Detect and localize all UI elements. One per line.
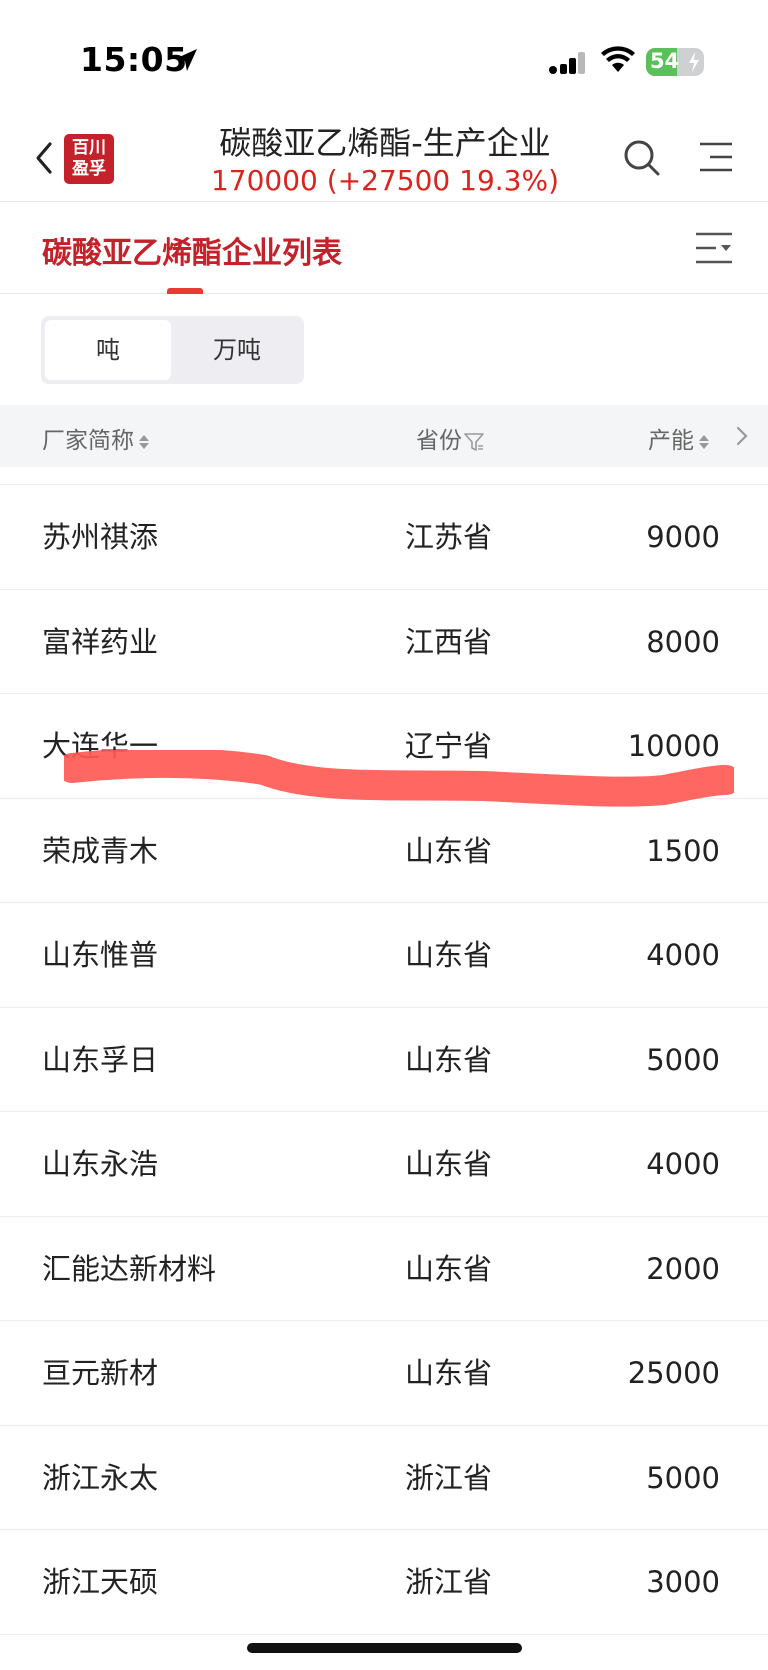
company-name: 荣成青木 (42, 833, 159, 868)
company-name: 大连华一 (42, 729, 159, 763)
company-table: 苏州祺添 江苏省 9000 富祥药业 江西省 8000 大连华一 辽宁省 10000 荣成青… (0, 484, 768, 1635)
back-chevron-icon[interactable] (30, 138, 60, 178)
company-province: 江苏省 (405, 520, 493, 554)
company-province: 山东省 (405, 1042, 493, 1077)
sort-icon (699, 434, 709, 449)
column-header-capacity[interactable]: 产能 (648, 421, 710, 455)
nav-header: 百川 盈孚 碳酸亚乙烯酯-生产企业 170000 (+27500 19.3%) (0, 110, 768, 202)
company-capacity: 5000 (646, 1042, 720, 1077)
table-row[interactable]: 浙江天硕 浙江省 3000 (0, 1530, 768, 1635)
logo-line-2: 盈孚 (72, 159, 106, 179)
location-arrow-icon (175, 49, 197, 71)
company-province: 浙江省 (405, 1565, 493, 1599)
company-capacity: 2000 (646, 1251, 720, 1286)
wifi-icon (601, 46, 635, 72)
company-name: 山东永浩 (42, 1147, 159, 1181)
status-bar: 15:05 54 (0, 0, 768, 110)
company-name: 浙江天硕 (42, 1565, 159, 1599)
company-capacity: 5000 (646, 1460, 720, 1495)
column-header-province[interactable]: 省份 (416, 421, 484, 455)
unit-option-ten-thousand-ton[interactable]: 万吨 (174, 320, 300, 380)
company-name: 浙江永太 (42, 1460, 159, 1495)
table-row[interactable]: 汇能达新材料 山东省 2000 (0, 1217, 768, 1321)
logo-line-1: 百川 (72, 138, 106, 158)
home-indicator (247, 1643, 522, 1653)
company-capacity: 8000 (646, 624, 720, 659)
company-province: 山东省 (405, 1251, 493, 1286)
cellular-signal-icon (549, 52, 585, 74)
table-row[interactable]: 富祥药业 江西省 8000 (0, 590, 768, 694)
column-header-name-label: 厂家简称 (42, 428, 134, 454)
app-screen: 15:05 54 百川 盈孚 碳酸亚乙烯酯-生产企业 170000 (+2750… (0, 0, 768, 1670)
table-row[interactable]: 苏州祺添 江苏省 9000 (0, 485, 768, 590)
sort-icon (139, 434, 149, 449)
company-name: 汇能达新材料 (42, 1251, 217, 1286)
column-header-name[interactable]: 厂家简称 (42, 421, 150, 455)
company-province: 山东省 (405, 1147, 493, 1181)
company-capacity: 4000 (646, 1147, 720, 1181)
company-capacity: 4000 (646, 938, 720, 972)
table-row[interactable]: 山东惟普 山东省 4000 (0, 903, 768, 1008)
active-tab-indicator (167, 288, 203, 294)
table-row[interactable]: 山东孚日 山东省 5000 (0, 1008, 768, 1112)
company-capacity: 10000 (627, 729, 720, 763)
unit-segmented-control: 吨 万吨 (41, 316, 304, 384)
company-province: 浙江省 (405, 1460, 493, 1495)
table-row[interactable]: 山东永浩 山东省 4000 (0, 1112, 768, 1217)
table-row[interactable]: 浙江永太 浙江省 5000 (0, 1426, 768, 1530)
company-capacity: 1500 (646, 833, 720, 868)
table-row[interactable]: 大连华一 辽宁省 10000 (0, 694, 768, 799)
table-header: 厂家简称 省份 产能 (0, 405, 768, 467)
list-filter-icon[interactable] (694, 228, 734, 268)
company-province: 江西省 (405, 624, 493, 659)
tab-enterprise-list[interactable]: 碳酸亚乙烯酯企业列表 (42, 228, 342, 272)
unit-option-ton[interactable]: 吨 (45, 320, 171, 380)
search-icon[interactable] (622, 138, 662, 178)
company-capacity: 3000 (646, 1565, 720, 1599)
price-change-text: 170000 (+27500 19.3%) (210, 164, 560, 197)
section-tab-bar: 碳酸亚乙烯酯企业列表 (0, 202, 768, 294)
charging-bolt-icon (689, 52, 699, 72)
page-title: 碳酸亚乙烯酯-生产企业 (219, 124, 551, 162)
menu-icon[interactable] (698, 140, 734, 174)
company-name: 富祥药业 (42, 624, 159, 659)
column-header-capacity-label: 产能 (648, 428, 694, 454)
company-name: 山东孚日 (42, 1042, 159, 1077)
company-province: 山东省 (405, 833, 493, 868)
column-header-province-label: 省份 (416, 428, 462, 454)
table-row[interactable]: 荣成青木 山东省 1500 (0, 799, 768, 903)
funnel-filter-icon (464, 432, 484, 451)
company-name: 苏州祺添 (42, 520, 159, 554)
company-province: 辽宁省 (405, 729, 493, 763)
brand-logo: 百川 盈孚 (64, 134, 114, 184)
battery-percentage: 54 (650, 49, 680, 73)
company-name: 亘元新材 (42, 1356, 159, 1390)
company-name: 山东惟普 (42, 938, 159, 972)
company-capacity: 25000 (627, 1356, 720, 1390)
company-capacity: 9000 (646, 520, 720, 554)
table-row[interactable]: 亘元新材 山东省 25000 (0, 1321, 768, 1426)
company-province: 山东省 (405, 938, 493, 972)
battery-icon: 54 (646, 48, 704, 76)
company-province: 山东省 (405, 1356, 493, 1390)
chevron-right-icon[interactable] (735, 425, 749, 447)
